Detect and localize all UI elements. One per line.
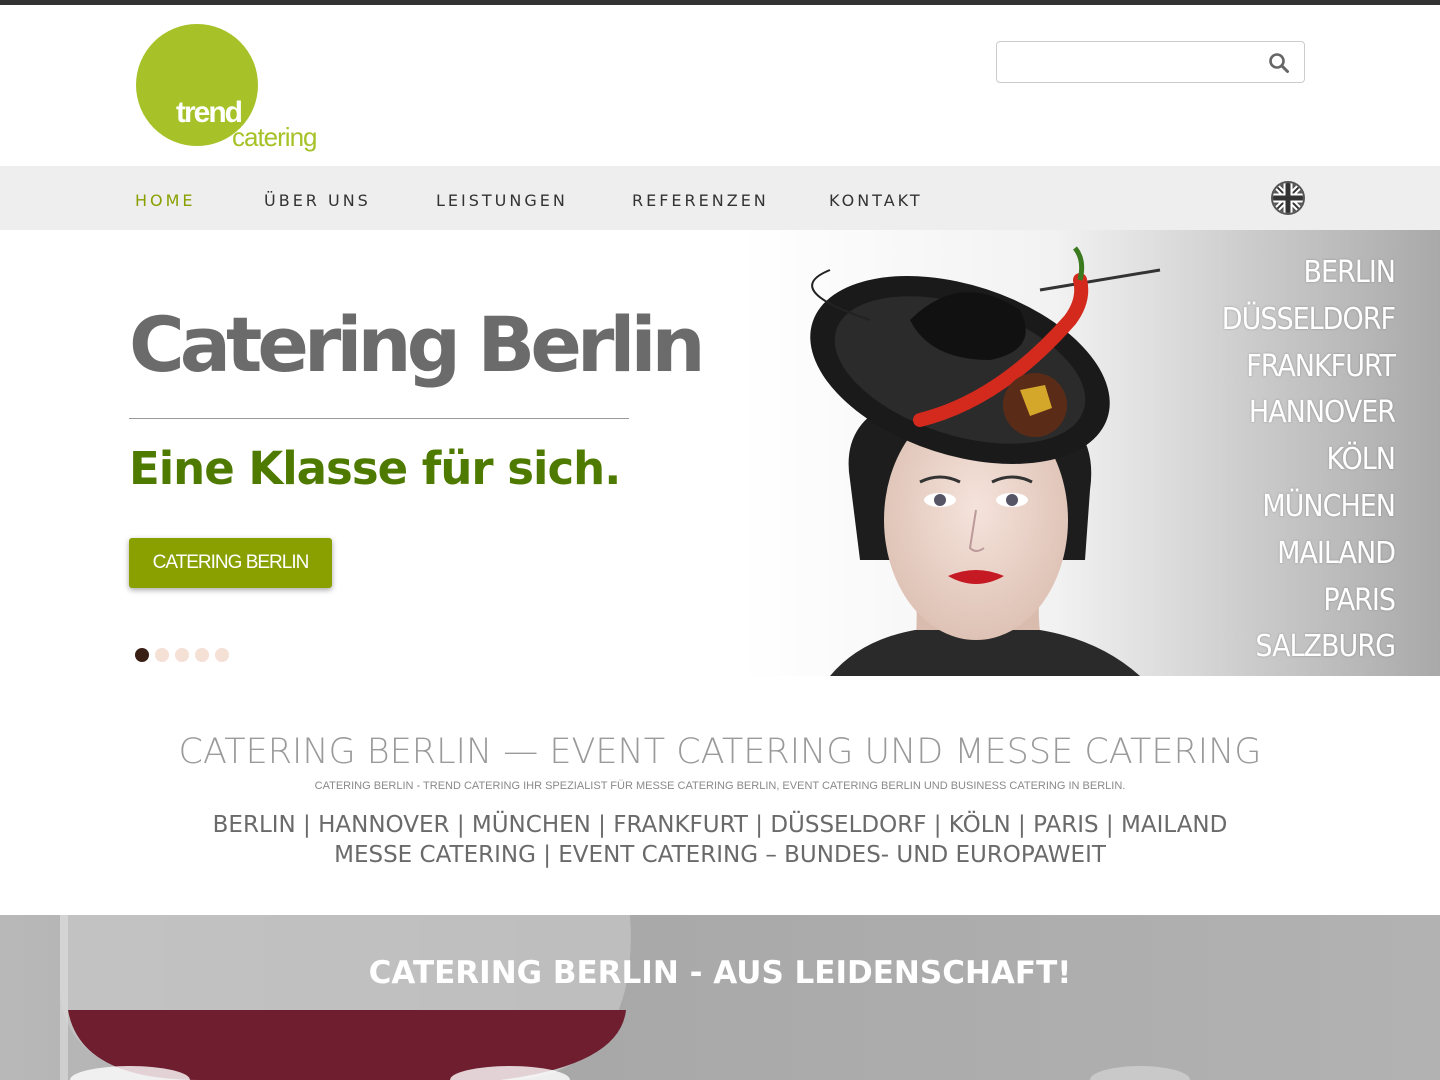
wine-glass-image: [60, 915, 1190, 1080]
city-label: MAILAND: [1277, 535, 1396, 571]
city-label: BERLIN: [1303, 255, 1397, 290]
city-label: MÜNCHEN: [1262, 488, 1396, 524]
intro-title: CATERING BERLIN — EVENT CATERING UND MES…: [178, 732, 1262, 772]
hero-subtitle: Eine Klasse für sich.: [129, 442, 621, 495]
city-label: DÜSSELDORF: [1221, 301, 1396, 337]
city-label: FRANKFURT: [1246, 348, 1396, 384]
nav-item-referenzen[interactable]: REFERENZEN: [632, 191, 769, 210]
trend-catering-logo[interactable]: trend catering: [134, 24, 324, 160]
slider-dot[interactable]: [135, 648, 149, 662]
slider-dot[interactable]: [175, 648, 189, 662]
logo-text-catering: catering: [232, 122, 317, 152]
nav-item-kontakt[interactable]: KONTAKT: [829, 191, 923, 210]
slider-dot[interactable]: [195, 648, 209, 662]
city-label: SALZBURG: [1255, 629, 1396, 665]
main-navigation: HOME ÜBER UNS LEISTUNGEN REFERENZEN KONT…: [0, 166, 1440, 230]
city-label: PARIS: [1323, 582, 1396, 618]
search-box: [996, 41, 1305, 83]
passion-title: CATERING BERLIN - AUS LEIDENSCHAFT!: [368, 955, 1072, 991]
passion-banner: CATERING BERLIN - AUS LEIDENSCHAFT!: [0, 915, 1440, 1080]
slider-dot[interactable]: [215, 648, 229, 662]
hero-image: BERLIN DÜSSELDORF FRANKFURT HANNOVER KÖLN MÜN…: [740, 230, 1440, 676]
city-label: KÖLN: [1326, 442, 1396, 478]
hero-title: Catering Berlin: [129, 300, 706, 389]
search-icon[interactable]: [1268, 52, 1290, 74]
catering-berlin-button[interactable]: CATERING BERLIN: [129, 538, 332, 588]
cities-list: BERLIN DÜSSELDORF FRANKFURT HANNOVER KÖLN MÜN…: [1221, 250, 1397, 671]
uk-flag-icon[interactable]: [1271, 181, 1305, 215]
nav-item-leistungen[interactable]: LEISTUNGEN: [436, 191, 568, 210]
intro-locations: BERLIN | HANNOVER | MÜNCHEN | FRANKFURT …: [212, 812, 1228, 838]
nav-item-home[interactable]: HOME: [135, 191, 196, 210]
site-header: trend catering: [0, 5, 1440, 166]
intro-section: CATERING BERLIN — EVENT CATERING UND MES…: [0, 676, 1440, 915]
intro-tagline: CATERING BERLIN - TREND CATERING IHR SPE…: [314, 780, 1126, 792]
city-label: HANNOVER: [1248, 395, 1396, 431]
nav-item-ueber-uns[interactable]: ÜBER UNS: [264, 191, 371, 210]
hero-divider: [129, 418, 629, 419]
intro-services: MESSE CATERING | EVENT CATERING – BUNDES…: [334, 842, 1106, 868]
slider-dot[interactable]: [155, 648, 169, 662]
hero-slider: Catering Berlin Eine Klasse für sich. CA…: [0, 230, 1440, 676]
search-input[interactable]: [1005, 48, 1245, 76]
